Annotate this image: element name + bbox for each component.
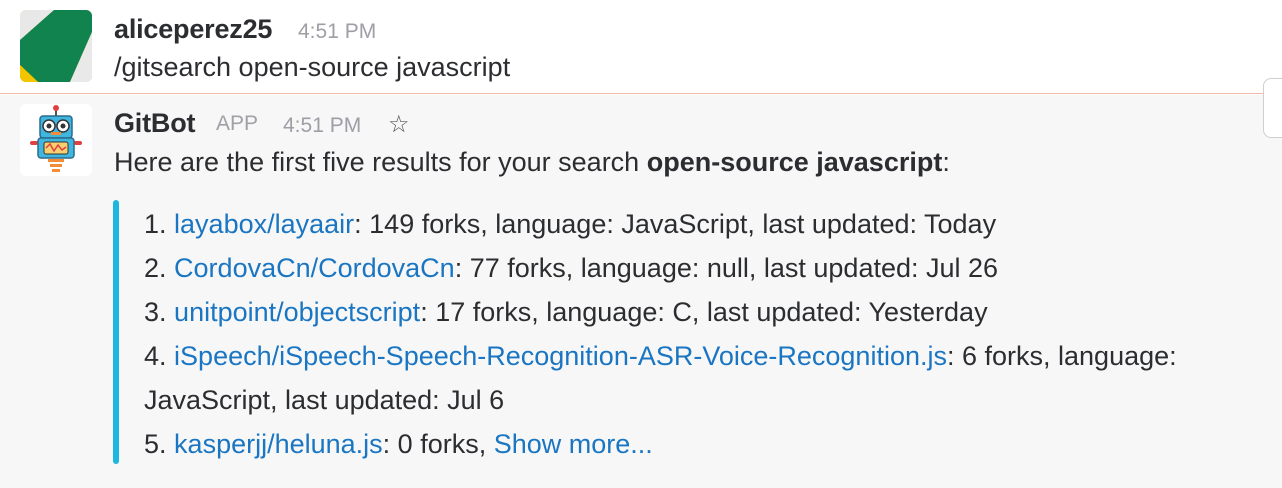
scrollbar-handle[interactable] <box>1263 78 1282 138</box>
result-details: : 149 forks, language: JavaScript, last … <box>354 209 997 239</box>
timestamp[interactable]: 4:51 PM <box>283 114 361 138</box>
bot-intro: Here are the first five results for your… <box>114 147 950 178</box>
app-badge: APP <box>216 112 259 135</box>
list-item: 1. layabox/layaair: 149 forks, language:… <box>144 202 1274 246</box>
result-number: 1. <box>144 209 167 239</box>
repo-link[interactable]: layabox/layaair <box>174 209 354 239</box>
result-details: : 17 forks, language: C, last updated: Y… <box>420 297 988 327</box>
robot-avatar[interactable] <box>20 104 92 176</box>
result-details: JavaScript, last updated: Jul 6 <box>144 385 505 415</box>
message-user: aliceperez25 4:51 PM /gitsearch open-sou… <box>0 0 1282 94</box>
intro-prefix: Here are the first five results for your… <box>114 147 640 177</box>
result-number: 4. <box>144 341 167 371</box>
bot-name[interactable]: GitBot <box>114 108 195 139</box>
timestamp[interactable]: 4:51 PM <box>298 20 376 44</box>
list-item: 2. CordovaCn/CordovaCn: 77 forks, langua… <box>144 246 1274 290</box>
repo-link[interactable]: kasperjj/heluna.js <box>174 429 383 459</box>
result-number: 5. <box>144 429 167 459</box>
repo-link[interactable]: CordovaCn/CordovaCn <box>174 253 455 283</box>
list-item: 4. iSpeech/iSpeech-Speech-Recognition-AS… <box>144 334 1274 378</box>
list-item-continuation: JavaScript, last updated: Jul 6 <box>144 378 1274 422</box>
user-avatar[interactable] <box>20 10 92 82</box>
new-messages-divider <box>0 93 1282 94</box>
repo-link[interactable]: unitpoint/objectscript <box>174 297 420 327</box>
search-query: open-source javascript <box>646 147 943 177</box>
result-details: : 6 forks, language: <box>946 341 1177 371</box>
result-details: : 0 forks, <box>382 429 494 459</box>
results-list: 1. layabox/layaair: 149 forks, language:… <box>144 202 1274 466</box>
result-details: : 77 forks, language: null, last updated… <box>454 253 999 283</box>
result-number: 2. <box>144 253 167 283</box>
intro-suffix: : <box>942 147 950 177</box>
show-more-link[interactable]: Show more... <box>494 429 653 459</box>
message-text: /gitsearch open-source javascript <box>114 52 511 82</box>
username[interactable]: aliceperez25 <box>114 14 272 45</box>
list-item: 5. kasperjj/heluna.js: 0 forks, Show mor… <box>144 422 1274 466</box>
repo-link[interactable]: iSpeech/iSpeech-Speech-Recognition-ASR-V… <box>174 341 947 371</box>
list-item: 3. unitpoint/objectscript: 17 forks, lan… <box>144 290 1274 334</box>
attachment-bar <box>113 200 119 464</box>
result-number: 3. <box>144 297 167 327</box>
star-icon[interactable]: ☆ <box>388 110 410 139</box>
